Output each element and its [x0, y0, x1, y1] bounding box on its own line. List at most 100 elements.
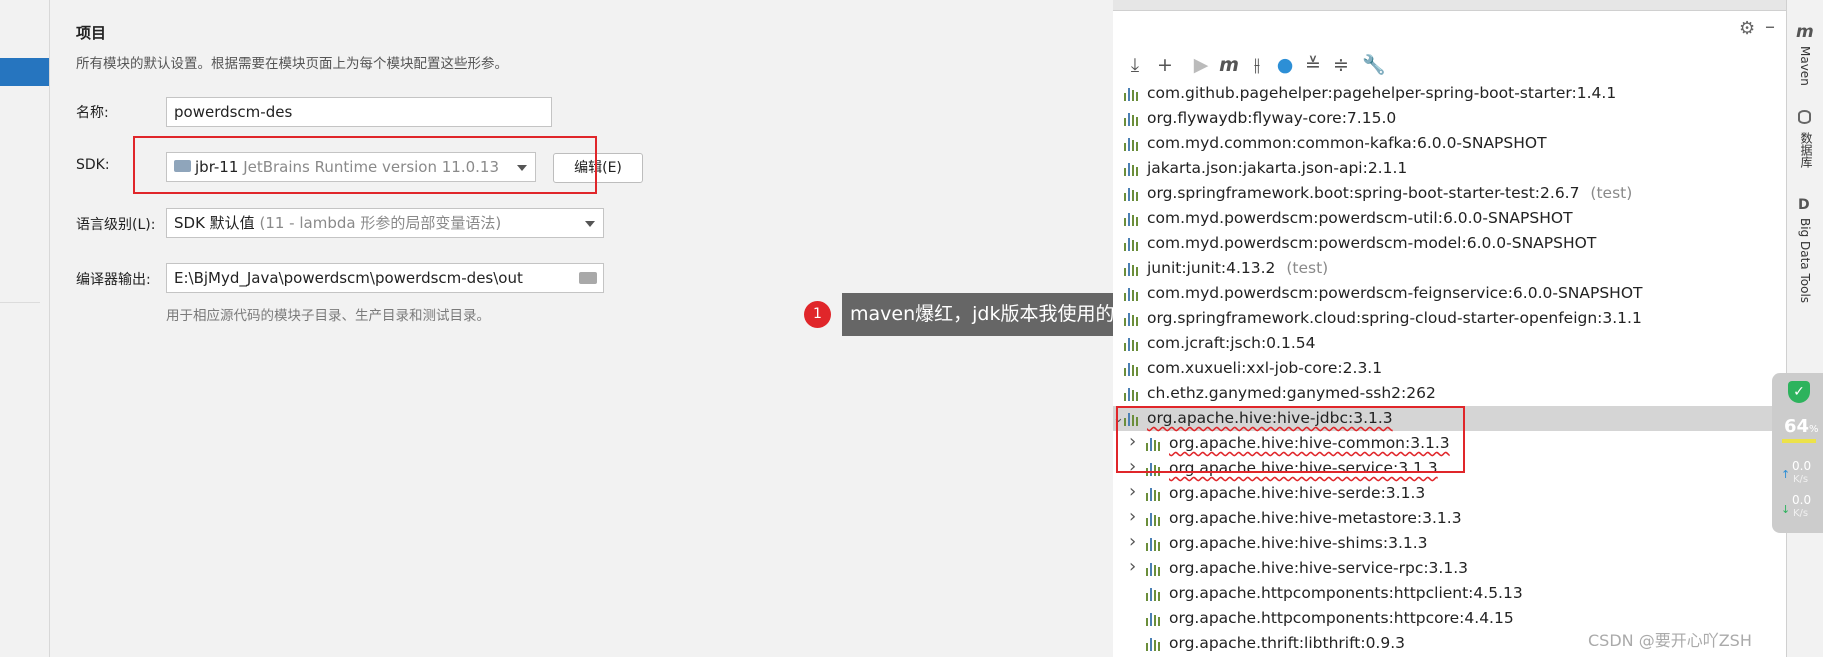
library-icon [1146, 637, 1162, 651]
dependency-name: org.apache.hive:hive-shims:3.1.3 [1169, 534, 1428, 552]
upload-speed: 0.0 [1792, 459, 1812, 473]
dependency-name: ch.ethz.ganymed:ganymed-ssh2:262 [1147, 384, 1436, 402]
system-monitor-widget: ✓ 64 % ↑ 0.0 K/s ↓ 0.0 K/s [1772, 373, 1823, 533]
add-icon[interactable]: + [1152, 48, 1178, 82]
gear-icon[interactable]: ⚙ [1739, 18, 1755, 39]
project-name-field[interactable]: powerdscm-des [166, 97, 552, 127]
library-icon [1124, 387, 1140, 401]
library-icon [1124, 137, 1140, 151]
settings-nav-divider [0, 302, 40, 303]
library-icon [1124, 237, 1140, 251]
maven-dependency-row[interactable]: com.myd.common:common-kafka:6.0.0-SNAPSH… [1113, 131, 1786, 156]
maven-strip-icon: m [1796, 22, 1814, 42]
settings-nav-selected-item[interactable] [0, 58, 49, 86]
dependency-name: com.github.pagehelper:pagehelper-spring-… [1147, 84, 1617, 102]
library-icon [1124, 187, 1140, 201]
compiler-output-label: 编译器输出: [76, 272, 151, 288]
maven-dependency-row[interactable]: com.xuxueli:xxl-job-core:2.3.1 [1113, 356, 1786, 381]
maven-dependency-row[interactable]: jakarta.json:jakarta.json-api:2.1.1 [1113, 156, 1786, 181]
library-icon [1124, 212, 1140, 226]
toggle-offline-icon[interactable]: ⫲ [1244, 48, 1270, 82]
library-icon [1146, 562, 1162, 576]
database-strip-tab[interactable]: 数据库 [1798, 132, 1815, 168]
name-label: 名称: [76, 105, 109, 121]
dependency-name: org.apache.hive:hive-service-rpc:3.1.3 [1169, 559, 1468, 577]
collapse-all-icon[interactable]: ≑ [1328, 48, 1354, 82]
database-icon [1798, 110, 1811, 124]
maven-dependency-row[interactable]: com.github.pagehelper:pagehelper-spring-… [1113, 81, 1786, 106]
big-data-icon: D [1798, 197, 1810, 213]
chevron-right-icon[interactable]: › [1129, 529, 1136, 554]
maven-child-dependency-row[interactable]: › org.apache.hive:hive-service-rpc:3.1.3 [1113, 556, 1786, 581]
library-icon [1124, 362, 1140, 376]
maven-child-dependency-row[interactable]: › org.apache.hive:hive-shims:3.1.3 [1113, 531, 1786, 556]
download-speed-unit: K/s [1793, 508, 1809, 519]
library-icon [1146, 512, 1162, 526]
language-level-label: 语言级别(L): [76, 217, 156, 233]
watermark: CSDN @要开心吖ZSH [1588, 631, 1752, 650]
section-description: 所有模块的默认设置。根据需要在模块页面上为每个模块配置这些形参。 [76, 56, 508, 72]
download-speed: 0.0 [1792, 493, 1812, 507]
run-icon[interactable]: ▶ [1188, 48, 1214, 82]
maven-dependency-row[interactable]: ch.ethz.ganymed:ganymed-ssh2:262 [1113, 381, 1786, 406]
chevron-right-icon[interactable]: › [1129, 554, 1136, 579]
expand-all-icon[interactable]: ≚ [1300, 48, 1326, 82]
maven-goal-icon[interactable]: m [1216, 48, 1242, 82]
library-icon [1124, 162, 1140, 176]
compiler-output-field[interactable]: E:\BjMyd_Java\powerdscm\powerdscm-des\ou… [166, 263, 604, 293]
minimize-icon[interactable]: – [1765, 14, 1775, 38]
sdk-highlight-box [133, 136, 597, 194]
folder-browse-icon[interactable] [579, 272, 597, 284]
maven-toolbar: ⤓ + ▶ m ⫲ ● ≚ ≑ 🔧 [1113, 48, 1786, 82]
annotation-badge: 1 [804, 301, 831, 328]
library-icon [1124, 287, 1140, 301]
download-icon[interactable]: ⤓ [1122, 48, 1148, 82]
maven-child-dependency-row[interactable]: › org.apache.hive:hive-serde:3.1.3 [1113, 481, 1786, 506]
dependency-name: org.apache.hive:hive-metastore:3.1.3 [1169, 509, 1462, 527]
big-data-strip-tab[interactable]: Big Data Tools [1798, 218, 1812, 303]
chevron-right-icon[interactable]: › [1129, 504, 1136, 529]
right-tool-strip: m Maven 数据库 D Big Data Tools [1786, 0, 1823, 657]
maven-dependency-row[interactable]: com.jcraft:jsch:0.1.54 [1113, 331, 1786, 356]
download-arrow-icon: ↓ [1781, 503, 1791, 516]
sdk-label: SDK: [76, 157, 110, 173]
maven-strip-tab[interactable]: Maven [1798, 46, 1812, 86]
compiler-output-hint: 用于相应源代码的模块子目录、生产目录和测试目录。 [166, 308, 490, 324]
maven-dependency-row[interactable]: org.springframework.boot:spring-boot-sta… [1113, 181, 1786, 206]
maven-dependency-row[interactable]: com.myd.powerdscm:powerdscm-model:6.0.0-… [1113, 231, 1786, 256]
language-level-hint: (11 - lambda 形参的局部变量语法) [259, 214, 502, 232]
dependency-name: org.apache.httpcomponents:httpclient:4.5… [1169, 584, 1523, 602]
dependency-name: com.xuxueli:xxl-job-core:2.3.1 [1147, 359, 1383, 377]
dependency-name: org.flywaydb:flyway-core:7.15.0 [1147, 109, 1397, 127]
dependency-name: com.myd.powerdscm:powerdscm-feignservice… [1147, 284, 1643, 302]
maven-dependency-row[interactable]: com.myd.powerdscm:powerdscm-util:6.0.0-S… [1113, 206, 1786, 231]
library-icon [1124, 87, 1140, 101]
language-level-select[interactable]: SDK 默认值 (11 - lambda 形参的局部变量语法) [166, 208, 604, 238]
settings-wrench-icon[interactable]: 🔧 [1361, 48, 1387, 82]
library-icon [1146, 587, 1162, 601]
skip-tests-icon[interactable]: ● [1272, 48, 1298, 82]
dependency-name: com.jcraft:jsch:0.1.54 [1147, 334, 1316, 352]
settings-nav-strip [0, 0, 50, 657]
dependency-name: org.apache.thrift:libthrift:0.9.3 [1169, 634, 1406, 652]
chevron-right-icon[interactable]: › [1129, 479, 1136, 504]
compiler-output-value: E:\BjMyd_Java\powerdscm\powerdscm-des\ou… [174, 269, 523, 287]
maven-child-dependency-row[interactable]: org.apache.httpcomponents:httpclient:4.5… [1113, 581, 1786, 606]
chevron-down-icon [585, 221, 595, 227]
maven-dependency-row[interactable]: org.flywaydb:flyway-core:7.15.0 [1113, 106, 1786, 131]
library-icon [1146, 487, 1162, 501]
maven-dependency-row[interactable]: junit:junit:4.13.2 (test) [1113, 256, 1786, 281]
dependency-name: com.myd.powerdscm:powerdscm-util:6.0.0-S… [1147, 209, 1573, 227]
maven-dependency-row[interactable]: com.myd.powerdscm:powerdscm-feignservice… [1113, 281, 1786, 306]
maven-dependency-row[interactable]: org.springframework.cloud:spring-cloud-s… [1113, 306, 1786, 331]
dependency-name: org.springframework.cloud:spring-cloud-s… [1147, 309, 1642, 327]
shield-check-icon: ✓ [1788, 381, 1810, 403]
maven-child-dependency-row[interactable]: › org.apache.hive:hive-metastore:3.1.3 [1113, 506, 1786, 531]
dependency-scope: (test) [1286, 259, 1329, 277]
dependency-scope: (test) [1590, 184, 1633, 202]
dependency-name: org.apache.hive:hive-serde:3.1.3 [1169, 484, 1426, 502]
usage-bar [1782, 439, 1816, 443]
dependency-name: junit:junit:4.13.2 [1147, 259, 1276, 277]
maven-tool-window: ⚙ – ⤓ + ▶ m ⫲ ● ≚ ≑ 🔧 com.github.pagehel… [1113, 0, 1786, 657]
library-icon [1146, 612, 1162, 626]
